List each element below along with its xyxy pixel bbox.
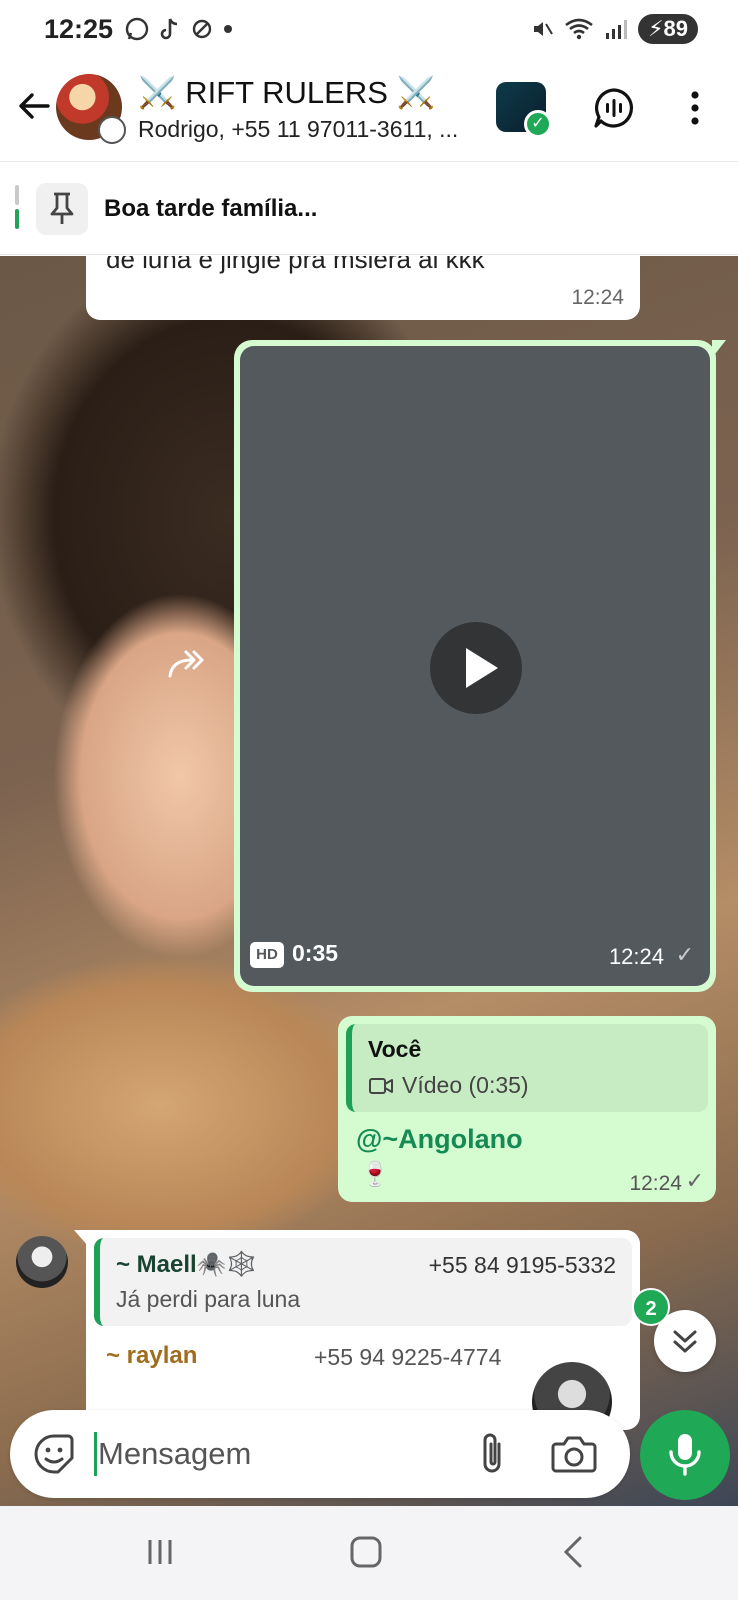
mute-icon <box>534 22 553 36</box>
group-members[interactable]: Rodrigo, +55 11 97011-3611, ... <box>138 116 458 143</box>
pin-indicator-active <box>15 209 19 229</box>
back-nav-icon[interactable] <box>544 1530 604 1576</box>
quoted-author: Você <box>368 1036 422 1062</box>
sender-avatar[interactable] <box>16 1236 68 1288</box>
more-options-icon[interactable] <box>680 86 710 130</box>
sender-phone[interactable]: +55 94 9225-4774 <box>314 1344 501 1371</box>
quoted-text: Já perdi para luna <box>116 1286 301 1312</box>
status-time: 12:25 <box>44 14 114 44</box>
quoted-body-text: Vídeo (0:35) <box>402 1072 529 1098</box>
quoted-message[interactable]: ~ Maell🕷️🕸️ +55 84 9195-5332 Já perdi pa… <box>94 1238 632 1326</box>
dot-icon <box>224 25 232 33</box>
system-nav-bar <box>0 1506 738 1600</box>
voice-chat-icon[interactable] <box>592 86 636 130</box>
camera-icon[interactable] <box>550 1432 598 1476</box>
message-time: 12:24 <box>571 286 624 309</box>
chat-header: ⚔️ RIFT RULERS ⚔️ Rodrigo, +55 11 97011-… <box>0 62 738 162</box>
quoted-phone: +55 84 9195-5332 <box>428 1252 616 1278</box>
sticker-icon[interactable] <box>32 1432 76 1476</box>
attachment-icon[interactable] <box>472 1430 512 1478</box>
sender-name[interactable]: ~ raylan <box>106 1342 197 1370</box>
sent-tick-icon: ✓ <box>685 1168 704 1193</box>
notification-icons <box>124 16 234 42</box>
scroll-to-bottom-button[interactable] <box>654 1310 716 1372</box>
incoming-message[interactable]: de luna e jingle pra msiera ai kkk 12:24 <box>86 256 640 320</box>
status-ring-icon <box>98 116 126 144</box>
whatsapp-icon <box>125 17 149 41</box>
forward-icon[interactable] <box>166 646 210 682</box>
verified-check-icon: ✓ <box>524 110 552 138</box>
battery-indicator: ⚡89 <box>638 14 698 44</box>
group-title[interactable]: ⚔️ RIFT RULERS ⚔️ <box>138 74 435 111</box>
pin-indicator <box>15 185 19 205</box>
message-time: 12:24 <box>629 1172 682 1195</box>
home-icon[interactable] <box>336 1530 396 1576</box>
hd-badge: HD <box>250 942 284 968</box>
pin-icon <box>50 192 74 224</box>
tiktok-icon <box>160 18 178 40</box>
message-composer <box>10 1410 630 1498</box>
status-bar: 12:25 ⚡89 <box>0 0 738 62</box>
pin-icon-box <box>36 183 88 235</box>
message-input[interactable] <box>98 1428 458 1480</box>
video-message[interactable]: HD 0:35 12:24 ✓ <box>234 340 716 992</box>
quoted-author: ~ Maell🕷️🕸️ <box>116 1251 257 1278</box>
bubble-tail <box>712 340 726 358</box>
incoming-reply-message[interactable]: ~ Maell🕷️🕸️ +55 84 9195-5332 Já perdi pa… <box>86 1230 640 1442</box>
message-time: 12:24 <box>608 944 664 969</box>
voice-record-button[interactable] <box>640 1410 730 1500</box>
video-duration: 0:35 <box>292 940 339 966</box>
battery-level: 89 <box>663 16 688 41</box>
quoted-body: Vídeo (0:35) <box>368 1072 529 1099</box>
wine-emoji: 🍷 <box>360 1161 390 1188</box>
signal-icon <box>606 20 628 39</box>
system-indicators: ⚡89 <box>530 14 698 44</box>
sent-tick-icon: ✓ <box>675 942 694 967</box>
chat-area[interactable]: de luna e jingle pra msiera ai kkk 12:24… <box>0 256 738 1506</box>
quoted-message[interactable]: Você Vídeo (0:35) <box>346 1024 708 1112</box>
outgoing-reply-message[interactable]: Você Vídeo (0:35) @~Angolano 🍷 12:24 ✓ <box>338 1016 716 1202</box>
sync-icon <box>192 19 212 39</box>
video-camera-icon <box>369 1077 393 1094</box>
pinned-text: Boa tarde família... <box>104 195 318 222</box>
wifi-icon <box>565 18 593 40</box>
play-button[interactable] <box>430 622 522 714</box>
pinned-message-bar[interactable]: Boa tarde família... <box>0 163 738 255</box>
back-arrow-icon[interactable] <box>14 86 54 126</box>
recent-apps-icon[interactable] <box>130 1530 190 1576</box>
play-icon <box>466 648 498 688</box>
microphone-icon <box>669 1434 701 1476</box>
message-text: de luna e jingle pra msiera ai kkk <box>106 256 485 274</box>
double-chevron-down-icon <box>673 1330 697 1353</box>
video-thumbnail[interactable]: HD 0:35 12:24 ✓ <box>240 346 710 986</box>
text-cursor <box>94 1432 97 1476</box>
mention-link[interactable]: @~Angolano <box>356 1124 523 1155</box>
